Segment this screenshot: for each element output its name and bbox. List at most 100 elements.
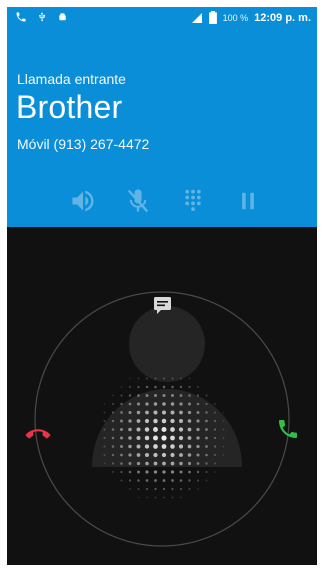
handle-dot	[154, 487, 157, 491]
handle-dot	[128, 394, 132, 397]
handle-dot	[136, 453, 141, 457]
handle-dot	[171, 487, 174, 491]
handle-dot	[129, 377, 131, 380]
hold-icon[interactable]	[234, 187, 262, 215]
speaker-icon[interactable]	[69, 187, 97, 215]
handle-dot	[205, 462, 208, 465]
handle-dot	[161, 444, 167, 449]
handle-dot	[145, 385, 149, 389]
handle-dot	[196, 394, 200, 397]
handle-dot	[162, 461, 166, 466]
handle-dot	[145, 470, 149, 474]
handle-dot	[188, 470, 191, 474]
handle-dot	[137, 479, 140, 482]
handle-dot	[146, 377, 148, 380]
handle-dot	[188, 488, 191, 490]
handle-dot	[144, 444, 150, 449]
handle-dot	[162, 402, 166, 406]
handle-dot	[120, 470, 123, 474]
handle-dot	[161, 452, 167, 458]
handle-dot	[153, 435, 158, 441]
handle-dot	[120, 462, 123, 465]
handle-dot	[205, 470, 208, 474]
handle-dot	[196, 470, 200, 474]
handle-dot	[196, 427, 200, 432]
handle-dot	[120, 445, 123, 448]
handle-dot	[128, 419, 132, 423]
handle-dot	[161, 410, 167, 415]
handle-dot	[153, 444, 158, 449]
handle-dot	[136, 444, 141, 449]
handle-dot	[188, 377, 191, 380]
handle-dot	[163, 496, 165, 499]
handle-dot	[111, 419, 115, 423]
handle-dot	[153, 470, 158, 474]
handle-dot	[196, 444, 200, 449]
call-controls	[7, 187, 317, 215]
handle-dot	[120, 386, 123, 388]
handle-dot	[111, 402, 115, 406]
handle-dot	[153, 461, 158, 466]
signal-icon	[191, 12, 202, 23]
handle-dot	[170, 418, 175, 424]
handle-dot	[170, 402, 175, 406]
handle-dot	[205, 445, 208, 448]
handle-dot	[154, 385, 157, 389]
clock: 12:09 p. m.	[254, 11, 311, 24]
handle-dot	[188, 394, 191, 397]
handle-dot	[222, 411, 225, 414]
answer-icon[interactable]	[279, 420, 297, 438]
handle-dot	[145, 487, 149, 491]
handle-dot	[103, 403, 106, 405]
handle-dot	[103, 428, 106, 431]
handle-dot	[128, 462, 132, 465]
android-icon	[59, 13, 66, 21]
handle-dot	[179, 470, 183, 474]
mute-icon[interactable]	[124, 187, 152, 215]
handle-dot	[178, 427, 184, 432]
handle-dot	[119, 427, 124, 432]
handle-dot	[111, 453, 115, 457]
handle-dot	[213, 436, 217, 440]
handle-dot	[119, 436, 124, 440]
handle-dot	[145, 410, 149, 415]
handle-dot	[179, 410, 183, 415]
handle-dot	[128, 427, 132, 432]
usb-icon	[39, 12, 45, 22]
handle-dot	[213, 419, 217, 423]
handle-dot	[136, 435, 141, 441]
handle-dot	[137, 385, 140, 389]
handle-dot	[154, 377, 157, 380]
handle-dot	[162, 487, 166, 491]
handle-dot	[137, 470, 140, 474]
handle-dot	[136, 419, 141, 423]
handle-dot	[205, 411, 208, 414]
handle-dot	[214, 403, 216, 405]
handle-dot	[128, 385, 132, 389]
handle-dot	[222, 420, 225, 422]
handle-dot	[111, 462, 115, 465]
handle-dot	[120, 402, 123, 406]
handle-dot	[103, 454, 106, 456]
answer-handle[interactable]	[103, 377, 225, 499]
handle-dot	[180, 496, 182, 499]
handle-dot	[171, 479, 174, 482]
handle-dot	[179, 461, 183, 466]
handle-dot	[222, 454, 225, 456]
handle-dot	[171, 385, 174, 389]
handle-dot	[187, 461, 192, 466]
handle-dot	[161, 418, 167, 424]
handle-dot	[111, 428, 115, 431]
handle-dot	[196, 436, 200, 440]
handle-dot	[145, 453, 149, 457]
handle-dot	[144, 418, 150, 424]
handle-dot	[128, 444, 132, 449]
handle-dot	[187, 436, 192, 440]
handle-dot	[196, 479, 200, 482]
handle-dot	[145, 479, 149, 482]
handle-dot	[222, 437, 225, 439]
dialpad-icon[interactable]	[179, 187, 207, 215]
handle-dot	[205, 428, 208, 431]
handle-dot	[222, 428, 225, 431]
handle-dot	[213, 445, 217, 448]
